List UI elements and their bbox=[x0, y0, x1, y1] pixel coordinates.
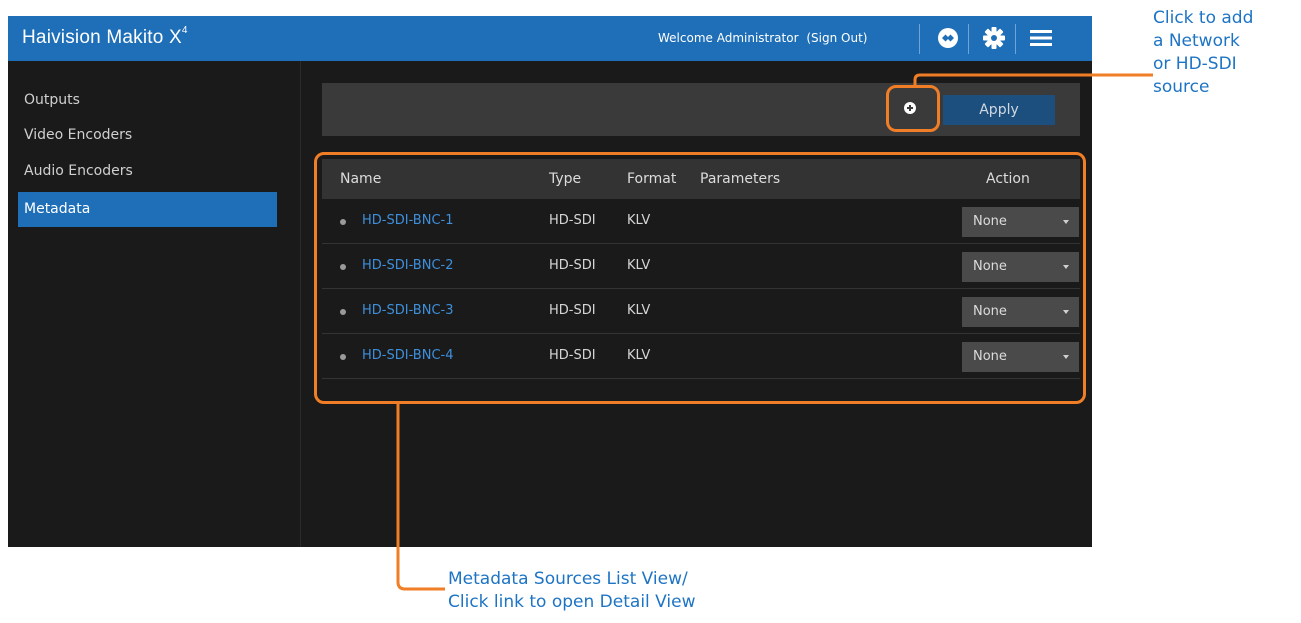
topbar-separator bbox=[1015, 24, 1016, 54]
callout-line: Click to add bbox=[1153, 8, 1254, 28]
status-icon[interactable] bbox=[935, 25, 961, 51]
callout-line: source bbox=[1153, 77, 1210, 97]
callout-line: Click link to open Detail View bbox=[448, 592, 696, 612]
brand-superscript: 4 bbox=[181, 25, 188, 36]
list-view-callout-text: Metadata Sources List View/ Click link t… bbox=[448, 568, 696, 614]
sign-out-link[interactable]: (Sign Out) bbox=[806, 31, 867, 45]
table-callout-connector bbox=[396, 402, 445, 591]
callout-line: Metadata Sources List View/ bbox=[448, 569, 688, 589]
sidebar-item-video-encoders[interactable]: Video Encoders bbox=[18, 118, 277, 153]
add-source-callout-text: Click to add a Network or HD-SDI source bbox=[1153, 7, 1253, 99]
gear-icon[interactable] bbox=[981, 25, 1007, 51]
callout-line: a Network bbox=[1153, 31, 1240, 51]
sidebar-item-outputs[interactable]: Outputs bbox=[18, 83, 277, 118]
welcome-text: Welcome Administrator bbox=[658, 31, 799, 45]
brand-name: Haivision Makito X bbox=[22, 27, 182, 48]
topbar-separator bbox=[919, 24, 920, 54]
brand-logo: Haivision Makito X4 bbox=[22, 25, 188, 49]
menu-icon[interactable] bbox=[1028, 25, 1054, 51]
callout-line: or HD-SDI bbox=[1153, 54, 1237, 74]
table-highlight bbox=[314, 152, 1086, 404]
sidebar-item-metadata[interactable]: Metadata bbox=[18, 192, 277, 227]
sidebar: Outputs Video Encoders Audio Encoders Me… bbox=[8, 61, 301, 547]
sidebar-item-audio-encoders[interactable]: Audio Encoders bbox=[18, 154, 277, 189]
welcome-area: Welcome Administrator (Sign Out) bbox=[658, 31, 867, 45]
topbar-separator bbox=[968, 24, 969, 54]
add-callout-connector bbox=[913, 73, 1153, 88]
top-bar: Haivision Makito X4 Welcome Administrato… bbox=[8, 16, 1092, 61]
